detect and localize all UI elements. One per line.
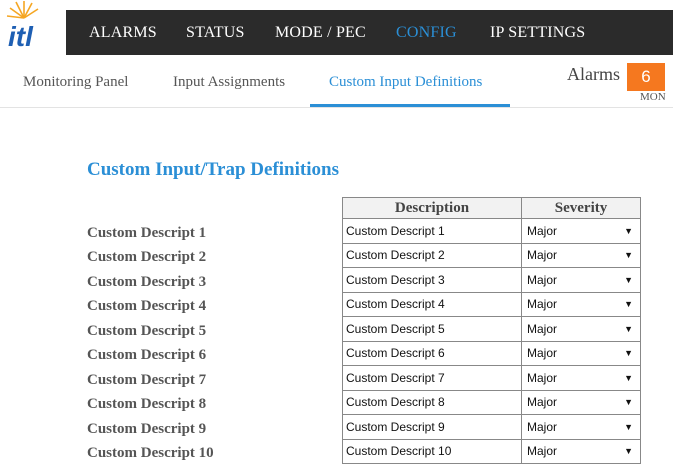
alarm-count-badge[interactable]: 6: [627, 63, 665, 91]
itl-logo[interactable]: itl: [0, 0, 66, 55]
severity-select[interactable]: Major ▼: [525, 318, 637, 339]
column-header-description: Description: [342, 197, 522, 219]
table-row: Custom Descript 10 Major ▼: [342, 438, 641, 464]
table-row: Custom Descript 3 Major ▼: [342, 267, 641, 293]
severity-select[interactable]: Major ▼: [525, 416, 637, 437]
severity-select[interactable]: Major ▼: [525, 343, 637, 364]
description-input[interactable]: Custom Descript 2: [346, 248, 518, 262]
subnav-divider: [0, 107, 673, 108]
severity-value: Major: [525, 392, 637, 413]
dropdown-arrow-icon: ▼: [624, 421, 633, 432]
dropdown-arrow-icon: ▼: [624, 397, 633, 408]
severity-value: Major: [525, 318, 637, 339]
severity-value: Major: [525, 416, 637, 437]
severity-select[interactable]: Major ▼: [525, 269, 637, 290]
severity-select[interactable]: Major ▼: [525, 294, 637, 315]
custom-definitions-table: Description Severity Custom Descript 1 M…: [342, 197, 641, 464]
tab-input-assignments[interactable]: Input Assignments: [173, 74, 285, 91]
severity-value: Major: [525, 343, 637, 364]
row-label: Custom Descript 4: [87, 298, 207, 314]
dropdown-arrow-icon: ▼: [624, 274, 633, 285]
row-label: Custom Descript 7: [87, 372, 207, 388]
dropdown-arrow-icon: ▼: [624, 250, 633, 261]
table-row: Custom Descript 1 Major ▼: [342, 218, 641, 244]
nav-config[interactable]: CONFIG: [396, 10, 457, 55]
row-label: Custom Descript 8: [87, 396, 207, 412]
dropdown-arrow-icon: ▼: [624, 299, 633, 310]
severity-value: Major: [525, 294, 637, 315]
nav-ip-settings[interactable]: IP SETTINGS: [490, 10, 585, 55]
dropdown-arrow-icon: ▼: [624, 446, 633, 457]
description-input[interactable]: Custom Descript 7: [346, 371, 518, 385]
row-label: Custom Descript 1: [87, 225, 207, 241]
page-title: Custom Input/Trap Definitions: [87, 159, 339, 180]
severity-select[interactable]: Major ▼: [525, 392, 637, 413]
description-input[interactable]: Custom Descript 9: [346, 420, 518, 434]
table-row: Custom Descript 9 Major ▼: [342, 414, 641, 440]
table-row: Custom Descript 2 Major ▼: [342, 242, 641, 268]
column-header-severity: Severity: [521, 197, 641, 219]
table-row: Custom Descript 8 Major ▼: [342, 389, 641, 415]
severity-value: Major: [525, 220, 637, 241]
dropdown-arrow-icon: ▼: [624, 372, 633, 383]
table-row: Custom Descript 7 Major ▼: [342, 365, 641, 391]
table-row: Custom Descript 6 Major ▼: [342, 340, 641, 366]
row-label: Custom Descript 10: [87, 445, 214, 461]
severity-value: Major: [525, 367, 637, 388]
severity-value: Major: [525, 269, 637, 290]
table-row: Custom Descript 5 Major ▼: [342, 316, 641, 342]
table-header-row: Description Severity: [342, 197, 641, 219]
row-label: Custom Descript 3: [87, 274, 207, 290]
row-label: Custom Descript 6: [87, 347, 207, 363]
nav-mode-pec[interactable]: MODE / PEC: [275, 10, 366, 55]
alarm-mode-label: MON: [640, 91, 666, 103]
description-input[interactable]: Custom Descript 4: [346, 297, 518, 311]
itl-logo-icon: itl: [6, 1, 39, 52]
description-input[interactable]: Custom Descript 10: [346, 444, 518, 458]
dropdown-arrow-icon: ▼: [624, 225, 633, 236]
row-label: Custom Descript 2: [87, 249, 207, 265]
severity-value: Major: [525, 441, 637, 462]
severity-select[interactable]: Major ▼: [525, 220, 637, 241]
row-label: Custom Descript 9: [87, 421, 207, 437]
tab-custom-input-definitions[interactable]: Custom Input Definitions: [329, 74, 482, 91]
severity-select[interactable]: Major ▼: [525, 367, 637, 388]
description-input[interactable]: Custom Descript 5: [346, 322, 518, 336]
svg-text:itl: itl: [8, 21, 34, 52]
severity-select[interactable]: Major ▼: [525, 441, 637, 462]
row-label: Custom Descript 5: [87, 323, 207, 339]
description-input[interactable]: Custom Descript 6: [346, 346, 518, 360]
description-input[interactable]: Custom Descript 1: [346, 224, 518, 238]
alarms-label: Alarms: [567, 64, 620, 84]
description-input[interactable]: Custom Descript 3: [346, 273, 518, 287]
table-row: Custom Descript 4 Major ▼: [342, 291, 641, 317]
description-input[interactable]: Custom Descript 8: [346, 395, 518, 409]
dropdown-arrow-icon: ▼: [624, 348, 633, 359]
nav-status[interactable]: STATUS: [186, 10, 245, 55]
nav-alarms[interactable]: ALARMS: [89, 10, 157, 55]
severity-select[interactable]: Major ▼: [525, 245, 637, 266]
severity-value: Major: [525, 245, 637, 266]
dropdown-arrow-icon: ▼: [624, 323, 633, 334]
tab-monitoring-panel[interactable]: Monitoring Panel: [23, 74, 128, 91]
